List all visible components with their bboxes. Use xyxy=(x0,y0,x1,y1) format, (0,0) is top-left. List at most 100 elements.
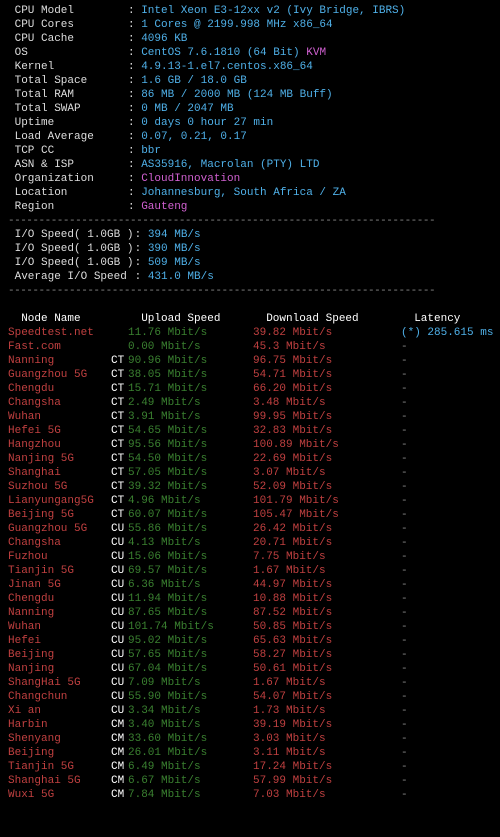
provider-code: CU xyxy=(111,662,128,676)
download-speed: 100.89 Mbit/s xyxy=(253,438,401,452)
sysinfo-value: 0 MB / 2047 MB xyxy=(141,103,233,115)
sysinfo-suffix: KVM xyxy=(300,47,326,59)
speedtest-row: Suzhou 5GCT39.32 Mbit/s52.09 Mbit/s- xyxy=(8,480,492,494)
provider-code: CU xyxy=(111,606,128,620)
upload-speed: 7.09 Mbit/s xyxy=(128,676,253,690)
node-name: Guangzhou 5G xyxy=(8,368,111,382)
provider-code: CT xyxy=(111,480,128,494)
latency-value: - xyxy=(401,607,408,619)
speedtest-row: Fast.com0.00 Mbit/s45.3 Mbit/s- xyxy=(8,340,492,354)
provider-code: CM xyxy=(111,732,128,746)
download-speed: 3.11 Mbit/s xyxy=(253,746,401,760)
latency-value: (*) 285.615 ms xyxy=(401,327,493,339)
sysinfo-label: OS xyxy=(8,46,128,60)
sysinfo-row: Kernel: 4.9.13-1.el7.centos.x86_64 xyxy=(8,60,492,74)
speedtest-row: ChengduCT15.71 Mbit/s66.20 Mbit/s- xyxy=(8,382,492,396)
node-name: Tianjin 5G xyxy=(8,564,111,578)
colon: : xyxy=(128,75,141,87)
speedtest-row: ShangHai 5GCU7.09 Mbit/s1.67 Mbit/s- xyxy=(8,676,492,690)
colon: : xyxy=(128,19,141,31)
latency-value: - xyxy=(401,341,408,353)
upload-speed: 3.91 Mbit/s xyxy=(128,410,253,424)
node-name: Shanghai xyxy=(8,466,111,480)
io-label: I/O Speed( 1.0GB ) xyxy=(8,242,128,256)
speedtest-row: Jinan 5GCU6.36 Mbit/s44.97 Mbit/s- xyxy=(8,578,492,592)
latency-value: - xyxy=(401,719,408,731)
upload-speed: 60.07 Mbit/s xyxy=(128,508,253,522)
speedtest-row: ShanghaiCT57.05 Mbit/s3.07 Mbit/s- xyxy=(8,466,492,480)
latency-value: - xyxy=(401,383,408,395)
provider-code: CU xyxy=(111,634,128,648)
speedtest-row: Xi anCU3.34 Mbit/s1.73 Mbit/s- xyxy=(8,704,492,718)
sysinfo-value: 4096 KB xyxy=(141,33,187,45)
download-speed: 17.24 Mbit/s xyxy=(253,760,401,774)
provider-code: CU xyxy=(111,620,128,634)
sysinfo-row: ASN & ISP: AS35916, Macrolan (PTY) LTD xyxy=(8,158,492,172)
speedtest-row: Hefei 5GCT54.65 Mbit/s32.83 Mbit/s- xyxy=(8,424,492,438)
upload-speed: 26.01 Mbit/s xyxy=(128,746,253,760)
node-name: Fuzhou xyxy=(8,550,111,564)
latency-value: - xyxy=(401,453,408,465)
upload-speed: 7.84 Mbit/s xyxy=(128,788,253,802)
sysinfo-label: Region xyxy=(8,200,128,214)
colon: : xyxy=(128,173,141,185)
sysinfo-value: bbr xyxy=(141,145,161,157)
download-speed: 7.03 Mbit/s xyxy=(253,788,401,802)
upload-speed: 3.34 Mbit/s xyxy=(128,704,253,718)
download-speed: 32.83 Mbit/s xyxy=(253,424,401,438)
sysinfo-row: Total Space: 1.6 GB / 18.0 GB xyxy=(8,74,492,88)
speedtest-row: Nanjing 5GCT54.50 Mbit/s22.69 Mbit/s- xyxy=(8,452,492,466)
upload-speed: 38.05 Mbit/s xyxy=(128,368,253,382)
sysinfo-value: CloudInnovation xyxy=(141,173,240,185)
download-speed: 87.52 Mbit/s xyxy=(253,606,401,620)
node-name: Lianyungang5G xyxy=(8,494,111,508)
provider-code: CT xyxy=(111,508,128,522)
node-name: Nanning xyxy=(8,354,111,368)
download-speed: 39.19 Mbit/s xyxy=(253,718,401,732)
latency-value: - xyxy=(401,635,408,647)
upload-speed: 55.86 Mbit/s xyxy=(128,522,253,536)
latency-value: - xyxy=(401,523,408,535)
download-speed: 20.71 Mbit/s xyxy=(253,536,401,550)
provider-code: CM xyxy=(111,788,128,802)
colon: : xyxy=(128,131,141,143)
download-speed: 10.88 Mbit/s xyxy=(253,592,401,606)
node-name: Shanghai 5G xyxy=(8,774,111,788)
download-speed: 96.75 Mbit/s xyxy=(253,354,401,368)
provider-code: CU xyxy=(111,690,128,704)
sysinfo-value: Johannesburg, South Africa / ZA xyxy=(141,187,346,199)
upload-speed: 33.60 Mbit/s xyxy=(128,732,253,746)
node-name: Nanjing 5G xyxy=(8,452,111,466)
divider-line: ----------------------------------------… xyxy=(8,284,492,298)
latency-value: - xyxy=(401,747,408,759)
node-name: Beijing 5G xyxy=(8,508,111,522)
download-speed: 39.82 Mbit/s xyxy=(253,326,401,340)
download-speed: 45.3 Mbit/s xyxy=(253,340,401,354)
node-name: ShangHai 5G xyxy=(8,676,111,690)
download-speed: 54.71 Mbit/s xyxy=(253,368,401,382)
upload-speed: 4.96 Mbit/s xyxy=(128,494,253,508)
download-speed: 1.73 Mbit/s xyxy=(253,704,401,718)
download-speed: 7.75 Mbit/s xyxy=(253,550,401,564)
speedtest-row: Shanghai 5GCM6.67 Mbit/s57.99 Mbit/s- xyxy=(8,774,492,788)
colon: : xyxy=(128,271,148,283)
speedtest-row: HangzhouCT95.56 Mbit/s100.89 Mbit/s- xyxy=(8,438,492,452)
node-name: Shenyang xyxy=(8,732,111,746)
speedtest-row: Guangzhou 5GCU55.86 Mbit/s26.42 Mbit/s- xyxy=(8,522,492,536)
sysinfo-label: Total Space xyxy=(8,74,128,88)
upload-speed: 39.32 Mbit/s xyxy=(128,480,253,494)
colon: : xyxy=(128,33,141,45)
latency-value: - xyxy=(401,621,408,633)
divider-line: ----------------------------------------… xyxy=(8,214,492,228)
download-speed: 26.42 Mbit/s xyxy=(253,522,401,536)
io-row: I/O Speed( 1.0GB ) : 390 MB/s xyxy=(8,242,492,256)
latency-value: - xyxy=(401,691,408,703)
sysinfo-row: Load Average: 0.07, 0.21, 0.17 xyxy=(8,130,492,144)
colon: : xyxy=(128,89,141,101)
io-row: Average I/O Speed : 431.0 MB/s xyxy=(8,270,492,284)
sysinfo-value: 86 MB / 2000 MB (124 MB Buff) xyxy=(141,89,332,101)
colon: : xyxy=(128,117,141,129)
sysinfo-value: Intel Xeon E3-12xx v2 (Ivy Bridge, IBRS) xyxy=(141,5,405,17)
speedtest-row: Speedtest.net11.76 Mbit/s39.82 Mbit/s(*)… xyxy=(8,326,492,340)
provider-code: CT xyxy=(111,452,128,466)
